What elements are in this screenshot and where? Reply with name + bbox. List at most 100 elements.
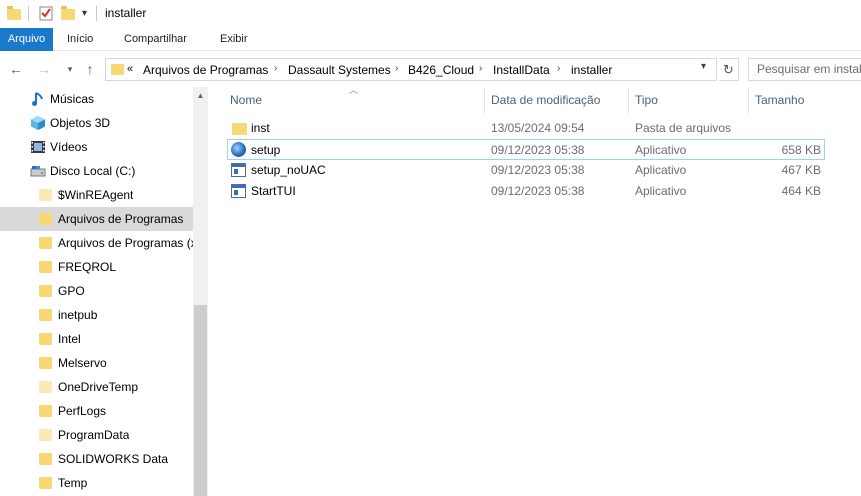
folder-icon (232, 123, 247, 135)
properties-checkmark-icon[interactable] (39, 5, 53, 22)
nav-item-programdata[interactable]: ProgramData (0, 423, 193, 447)
breadcrumb-chevron-icon[interactable]: › (479, 63, 482, 74)
new-folder-icon[interactable] (61, 5, 75, 22)
file-size: 658 KB (781, 143, 821, 157)
nav-label: Melservo (58, 356, 107, 370)
nav-item-inetpub[interactable]: inetpub (0, 303, 193, 327)
nav-item-melservo[interactable]: Melservo (0, 351, 193, 375)
nav-label: $WinREAgent (58, 188, 134, 202)
breadcrumb-overflow[interactable]: « (127, 63, 133, 75)
nav-item-solidworks-data[interactable]: SOLIDWORKS Data (0, 447, 193, 471)
column-divider[interactable] (628, 87, 629, 114)
nav-item-gpo[interactable]: GPO (0, 279, 193, 303)
customize-toolbar-icon[interactable]: ▾ (82, 5, 87, 22)
scroll-up-arrow-icon[interactable]: ▲ (193, 87, 208, 104)
breadcrumb-installer[interactable]: installer (571, 63, 612, 77)
recent-locations-chevron-icon[interactable]: ▾ (62, 60, 78, 78)
nav-item-objetos-3d[interactable]: Objetos 3D (0, 111, 193, 135)
file-name: inst (251, 121, 270, 135)
address-dropdown-chevron-icon[interactable]: ▾ (701, 61, 706, 72)
nav-item-freqrol[interactable]: FREQROL (0, 255, 193, 279)
file-list: ︿ Nome Data de modificação Tipo Tamanho … (209, 85, 861, 496)
breadcrumb-chevron-icon[interactable]: › (274, 63, 277, 74)
folder-icon (39, 261, 52, 273)
column-header-name[interactable]: Nome (230, 93, 262, 115)
breadcrumb-installdata[interactable]: InstallData (493, 63, 550, 77)
nav-label: Objetos 3D (50, 116, 111, 130)
nav-item-disco-local[interactable]: Disco Local (C:) (0, 159, 193, 183)
nav-label: ProgramData (58, 428, 130, 442)
forward-arrow-icon[interactable]: → (36, 60, 52, 78)
column-divider[interactable] (748, 87, 749, 114)
address-row: ← → ▾ ↑ « Arquivos de Programas › Dassau… (0, 51, 861, 87)
tab-exibir[interactable]: Exibir (220, 28, 248, 51)
file-row-starttui[interactable]: StartTUI 09/12/2023 05:38 Aplicativo 464… (227, 181, 825, 202)
breadcrumb-dassault-systemes[interactable]: Dassault Systemes (288, 63, 391, 77)
folder-icon (39, 477, 52, 489)
file-date: 09/12/2023 05:38 (491, 163, 585, 177)
nav-label: Temp (58, 476, 88, 490)
folder-icon (39, 213, 52, 225)
toolbar-divider (28, 6, 29, 21)
nav-label: PerfLogs (58, 404, 107, 418)
setup-globe-icon (231, 142, 246, 157)
column-header-type[interactable]: Tipo (635, 93, 658, 115)
folder-icon (39, 237, 52, 249)
file-type: Pasta de arquivos (635, 121, 732, 135)
nav-item-videos[interactable]: Vídeos (0, 135, 193, 159)
nav-item-temp[interactable]: Temp (0, 471, 193, 495)
refresh-icon[interactable]: ↻ (719, 58, 739, 81)
file-type: Aplicativo (635, 184, 687, 198)
nav-item-winreagent[interactable]: $WinREAgent (0, 183, 193, 207)
application-icon (231, 163, 246, 177)
nav-label: FREQROL (58, 260, 117, 274)
file-date: 09/12/2023 05:38 (491, 143, 585, 157)
nav-label: Disco Local (C:) (50, 164, 136, 178)
column-header-size[interactable]: Tamanho (755, 93, 804, 115)
search-input[interactable]: Pesquisar em installer (748, 58, 861, 81)
sort-ascending-icon: ︿ (349, 85, 359, 95)
folder-icon (39, 333, 52, 345)
breadcrumb-b426-cloud[interactable]: B426_Cloud (408, 63, 474, 77)
nav-item-musicas[interactable]: Músicas (0, 87, 193, 111)
nav-label: Músicas (50, 92, 95, 106)
folder-icon (39, 405, 52, 417)
file-size: 464 KB (781, 184, 821, 198)
scroll-thumb[interactable] (194, 305, 207, 496)
breadcrumb-chevron-icon[interactable]: › (557, 63, 560, 74)
tab-inicio[interactable]: Início (67, 28, 93, 51)
back-arrow-icon[interactable]: ← (8, 60, 24, 78)
file-row-inst[interactable]: inst 13/05/2024 09:54 Pasta de arquivos (227, 118, 825, 139)
nav-item-arquivos-de-programas-x86[interactable]: Arquivos de Programas (x86) (0, 231, 193, 255)
column-header-date[interactable]: Data de modificação (491, 93, 600, 115)
folder-icon (39, 429, 52, 441)
address-bar[interactable]: « Arquivos de Programas › Dassault Syste… (105, 58, 717, 81)
file-type: Aplicativo (635, 143, 687, 157)
file-row-setup[interactable]: setup 09/12/2023 05:38 Aplicativo 658 KB (227, 139, 825, 160)
file-size: 467 KB (781, 163, 821, 177)
nav-label: inetpub (58, 308, 98, 322)
nav-item-arquivos-de-programas[interactable]: Arquivos de Programas (0, 207, 193, 231)
application-icon (231, 184, 246, 198)
column-divider[interactable] (484, 87, 485, 114)
tab-compartilhar[interactable]: Compartilhar (124, 28, 187, 51)
nav-label: OneDriveTemp (58, 380, 139, 394)
file-name: setup (251, 143, 281, 157)
navigation-pane: Músicas Objetos 3D Vídeos Disco Local (C… (0, 87, 208, 496)
navigation-scrollbar[interactable]: ▲ (193, 87, 208, 496)
folder-icon (39, 285, 52, 297)
tab-arquivo[interactable]: Arquivo (0, 28, 53, 51)
nav-item-intel[interactable]: Intel (0, 327, 193, 351)
file-name: setup_noUAC (251, 163, 326, 177)
folder-icon (111, 64, 124, 75)
file-row-setup-nouac[interactable]: setup_noUAC 09/12/2023 05:38 Aplicativo … (227, 160, 825, 181)
breadcrumb-chevron-icon[interactable]: › (395, 63, 398, 74)
nav-label: GPO (58, 284, 85, 298)
breadcrumb-arquivos-de-programas[interactable]: Arquivos de Programas (143, 63, 268, 77)
nav-item-perflogs[interactable]: PerfLogs (0, 399, 193, 423)
up-arrow-icon[interactable]: ↑ (82, 60, 98, 78)
nav-item-onedrivetemp[interactable]: OneDriveTemp (0, 375, 193, 399)
folder-icon (39, 189, 52, 201)
folder-icon (7, 5, 21, 22)
nav-label: Intel (58, 332, 81, 346)
